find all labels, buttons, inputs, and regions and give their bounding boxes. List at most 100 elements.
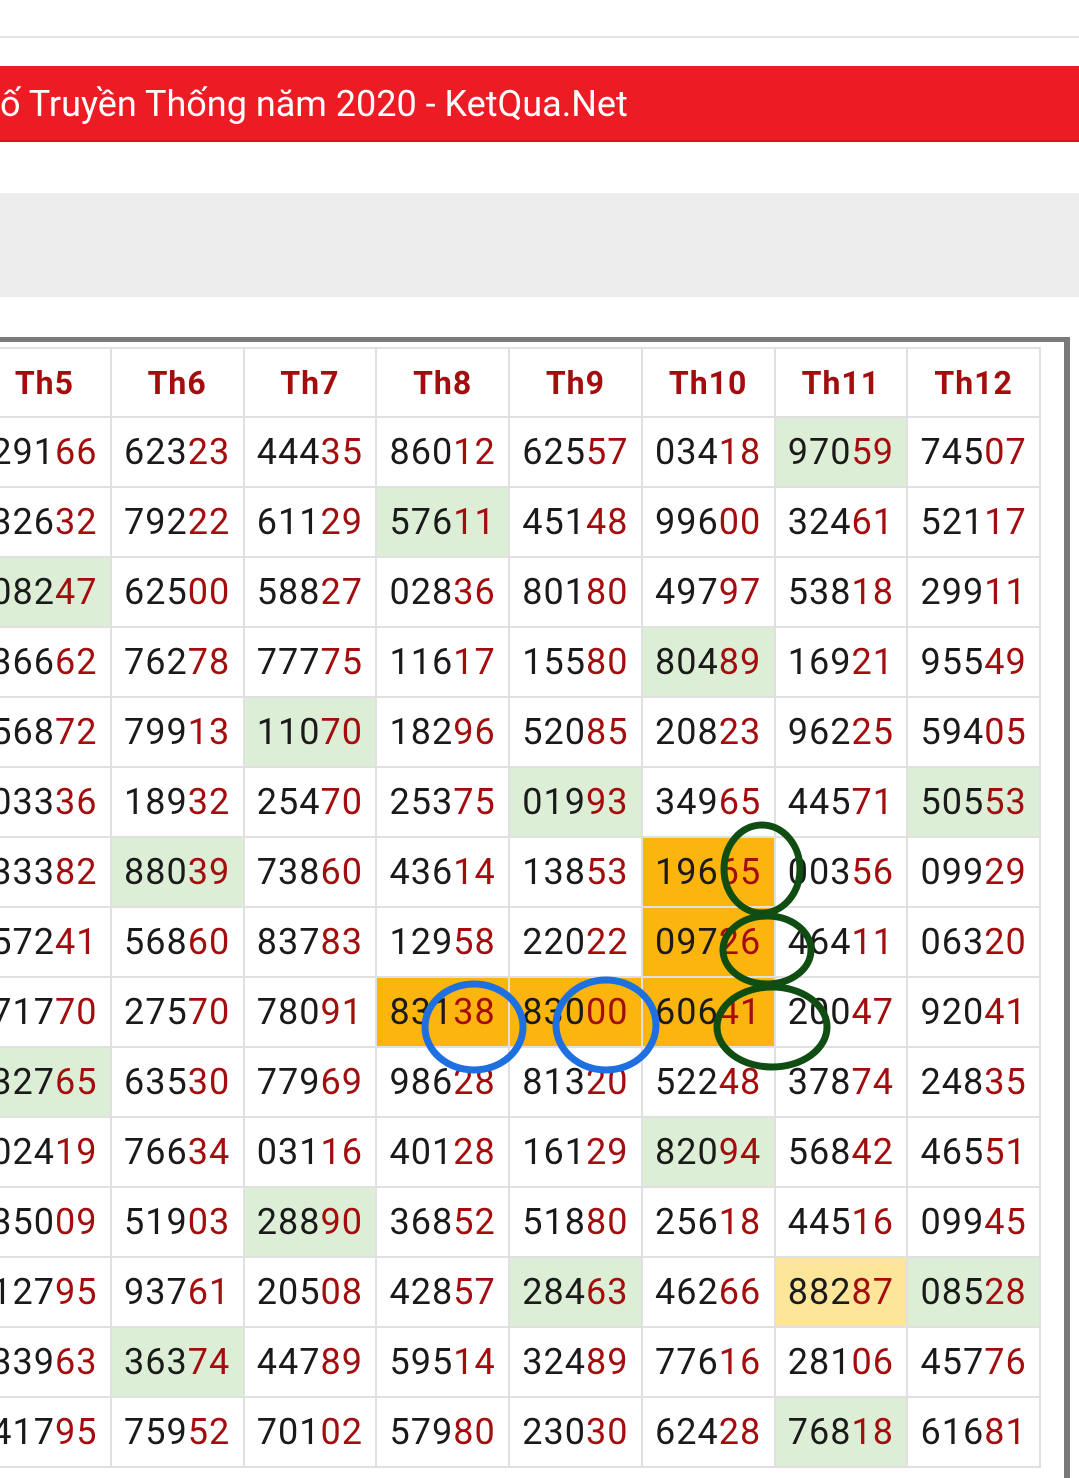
result-cell: 96225	[773, 696, 909, 768]
number-head: 880	[124, 851, 188, 893]
number-head: 299	[920, 571, 985, 613]
number-tail: 94	[718, 1131, 762, 1173]
number-head: 284	[522, 1271, 586, 1313]
number-tail: 28	[453, 1131, 496, 1173]
result-cell: 41795	[0, 1396, 112, 1468]
number-tail: 75	[453, 781, 496, 823]
number-head: 324	[787, 501, 852, 543]
result-cell: 28890	[242, 1186, 378, 1258]
number-head: 248	[920, 1061, 985, 1103]
result-cell: 51880	[508, 1186, 643, 1258]
table-row: 1279593761205084285728463462668828708528	[0, 1256, 1041, 1328]
number-head: 254	[256, 781, 321, 823]
table-row: 3396336374447895951432489776162810645776	[0, 1326, 1041, 1398]
number-tail: 70	[187, 991, 231, 1033]
page-title: ố Truyền Thống năm 2020 - KetQua.Net	[0, 66, 1079, 142]
number-head: 339	[0, 1341, 55, 1383]
result-cell: 32461	[773, 486, 909, 558]
number-tail: 56	[851, 851, 894, 893]
number-tail: 75	[320, 641, 363, 683]
number-head: 701	[256, 1411, 321, 1453]
number-tail: 80	[585, 571, 629, 613]
number-tail: 93	[585, 781, 629, 823]
result-cell: 12795	[0, 1256, 112, 1328]
result-cell: 32489	[508, 1326, 643, 1398]
number-head: 625	[124, 571, 188, 613]
number-tail: 70	[54, 991, 98, 1033]
number-tail: 70	[320, 781, 363, 823]
number-tail: 22	[187, 501, 231, 543]
result-cell: 11070	[242, 696, 378, 768]
result-cell: 62428	[640, 1396, 776, 1468]
result-cell: 45776	[906, 1326, 1041, 1398]
result-cell: 08528	[906, 1256, 1041, 1328]
table-row: 0241976634031164012816129820945684246551	[0, 1116, 1041, 1188]
number-tail: 21	[851, 641, 894, 683]
result-cell: 57611	[375, 486, 510, 558]
number-head: 288	[256, 1201, 321, 1243]
number-tail: 18	[851, 571, 894, 613]
result-cell: 70102	[242, 1396, 378, 1468]
result-cell: 83783	[242, 906, 378, 978]
number-head: 780	[256, 991, 321, 1033]
number-head: 572	[0, 921, 55, 963]
number-head: 568	[0, 711, 55, 753]
number-head: 986	[389, 1061, 454, 1103]
number-tail: 97	[718, 571, 762, 613]
number-head: 327	[0, 1061, 55, 1103]
number-tail: 20	[585, 1061, 629, 1103]
number-head: 521	[920, 501, 985, 543]
number-tail: 62	[54, 641, 98, 683]
number-head: 759	[124, 1411, 188, 1453]
number-head: 505	[920, 781, 985, 823]
number-head: 766	[124, 1131, 188, 1173]
number-head: 291	[0, 431, 55, 473]
result-cell: 88287	[773, 1256, 909, 1328]
result-cell: 93761	[109, 1256, 245, 1328]
result-cell: 33963	[0, 1326, 112, 1398]
result-cell: 57241	[0, 906, 112, 978]
number-head: 129	[389, 921, 454, 963]
number-head: 920	[920, 991, 985, 1033]
number-head: 205	[256, 1271, 321, 1313]
number-head: 820	[655, 1131, 719, 1173]
number-head: 497	[655, 571, 719, 613]
result-cell: 98628	[375, 1046, 510, 1118]
number-tail: 42	[851, 1131, 894, 1173]
number-head: 085	[920, 1271, 985, 1313]
number-tail: 57	[453, 1271, 496, 1313]
number-tail: 95	[54, 1411, 98, 1453]
result-cell: 08247	[0, 556, 112, 628]
number-tail: 63	[54, 1341, 98, 1383]
number-tail: 06	[851, 1341, 894, 1383]
month-header: Th6	[109, 347, 245, 418]
number-tail: 30	[187, 1061, 231, 1103]
number-tail: 35	[984, 1061, 1027, 1103]
number-tail: 52	[187, 1411, 231, 1453]
result-cell: 82094	[640, 1116, 776, 1188]
number-tail: 05	[984, 711, 1027, 753]
result-cell: 16921	[773, 626, 909, 698]
result-cell: 33382	[0, 836, 112, 908]
result-cell: 49797	[640, 556, 776, 628]
number-head: 196	[655, 851, 719, 893]
result-cell: 44435	[242, 416, 378, 488]
number-head: 324	[522, 1341, 586, 1383]
number-tail: 89	[585, 1341, 629, 1383]
number-tail: 74	[187, 1341, 231, 1383]
number-tail: 18	[718, 431, 762, 473]
result-cell: 58827	[242, 556, 378, 628]
result-cell: 83138	[375, 976, 510, 1048]
table-row: 5687279913110701829652085208239622559405	[0, 696, 1041, 768]
number-tail: 91	[320, 991, 363, 1033]
number-tail: 59	[851, 431, 894, 473]
results-table-container[interactable]: Th5Th6Th7Th8Th9Th10Th11Th12 291666232344…	[0, 337, 1070, 1478]
result-cell: 27570	[109, 976, 245, 1048]
number-tail: 66	[718, 1271, 762, 1313]
result-cell: 15580	[508, 626, 643, 698]
number-tail: 65	[718, 851, 762, 893]
result-cell: 09929	[906, 836, 1041, 908]
number-head: 882	[787, 1271, 852, 1313]
number-tail: 29	[585, 1131, 629, 1173]
result-cell: 03116	[242, 1116, 378, 1188]
